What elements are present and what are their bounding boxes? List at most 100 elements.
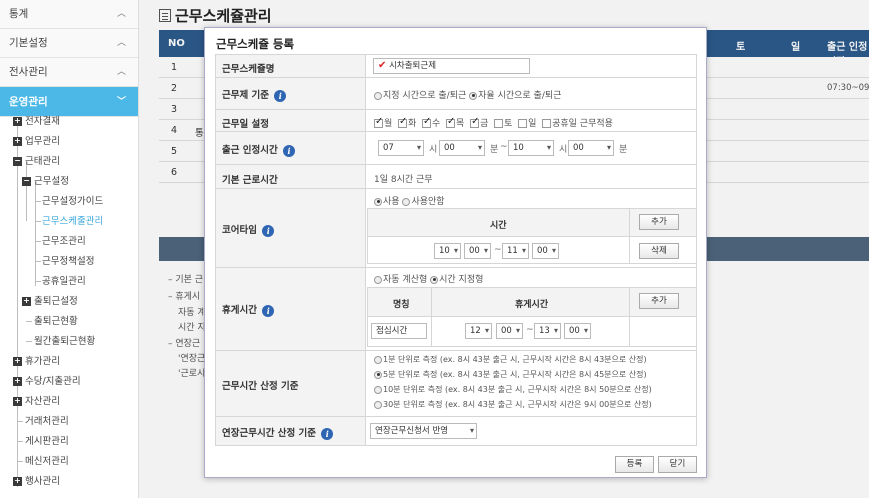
core-use-radio[interactable]: 사용 <box>374 197 400 207</box>
calc-5min-radio[interactable]: 5분 단위로 측정 (ex. 8시 43분 출근 시, 근무시작 시간은 8시 … <box>374 369 647 380</box>
criteria-radio-group: 지정 시간으로 출/퇴근 자율 시간으로 출/퇴근 <box>374 88 561 101</box>
sidebar-item-stats[interactable]: 통계 ︿ <box>0 0 138 29</box>
tree-item-label: 전자결재 <box>25 116 60 127</box>
row-break-time: 휴게시간 i 자동 계산형 시간 지정형 명칭 휴게시간 추가 점심시간 12 … <box>215 267 697 350</box>
tree-item-monthly-checkin[interactable]: 월간출퇴근현황 <box>34 332 95 352</box>
criteria-fixed-radio[interactable]: 지정 시간으로 출/퇴근 <box>374 91 466 101</box>
calc-30min-radio[interactable]: 30분 단위로 측정 (ex. 8시 43분 출근 시, 근무시작 시간은 9시… <box>374 399 652 410</box>
calc-10min-radio[interactable]: 10분 단위로 측정 (ex. 8시 43분 출근 시, 근무시작 시간은 8시… <box>374 384 652 395</box>
tree-item-leave[interactable]: + 휴가관리 <box>13 352 60 372</box>
schedule-name-value: 시차출퇴근제 <box>389 61 437 71</box>
break-start-minute-select[interactable]: 00 <box>496 323 523 339</box>
break-auto-radio[interactable]: 자동 계산형 <box>374 275 427 285</box>
core-delete-button[interactable]: 삭제 <box>639 243 679 259</box>
base-hours-value: 1일 8시간 근무 <box>374 175 433 185</box>
expand-icon[interactable]: + <box>13 137 22 146</box>
row-base-hours: 기본 근로시간 1일 8시간 근무 <box>215 164 697 188</box>
collapse-icon[interactable]: − <box>22 177 31 186</box>
checkin-end-hour-select[interactable]: 10 <box>508 140 554 156</box>
expand-icon[interactable]: + <box>13 377 22 386</box>
core-unused-radio[interactable]: 사용안함 <box>402 197 445 207</box>
tree-item-work-schedule[interactable]: 근무스케줄관리 <box>42 212 103 232</box>
break-add-button[interactable]: 추가 <box>639 293 679 309</box>
row-core-time: 코어타임 i 사용 사용안함 시간 추가 10 00 ~ 11 00 삭제 <box>215 188 697 267</box>
collapse-icon[interactable]: − <box>13 157 22 166</box>
criteria-flexible-radio[interactable]: 자율 시간으로 출/퇴근 <box>469 91 561 101</box>
day-sat-checkbox[interactable]: 토 <box>494 119 512 129</box>
tree-item-assets[interactable]: + 자산관리 <box>13 392 60 412</box>
expand-icon[interactable]: + <box>13 357 22 366</box>
checkin-start-hour-select[interactable]: 07 <box>378 140 424 156</box>
break-end-hour-select[interactable]: 13 <box>534 323 561 339</box>
expand-icon[interactable]: + <box>22 297 31 306</box>
tree-item-work-settings[interactable]: − 근무설정 <box>22 172 69 192</box>
core-end-hour-select[interactable]: 11 <box>502 243 529 259</box>
sidebar-item-basic-settings[interactable]: 기본설정 ︿ <box>0 29 138 58</box>
sidebar-item-label: 통계 <box>9 8 29 20</box>
tree-item-shift-groups[interactable]: 근무조관리 <box>42 232 86 252</box>
tree-item-messenger[interactable]: 메신저관리 <box>25 452 69 472</box>
tree-item-attendance[interactable]: − 근태관리 <box>13 152 60 172</box>
info-icon[interactable]: i <box>283 144 296 157</box>
tree-item-work-guide[interactable]: 근무설정가이드 <box>42 192 103 212</box>
field-label: 연장근무시간 산정 기준 <box>222 428 317 439</box>
expand-icon[interactable]: + <box>13 117 22 126</box>
info-icon[interactable]: i <box>274 89 287 102</box>
checkin-end-minute-select[interactable]: 00 <box>568 140 614 156</box>
day-tue-checkbox[interactable]: 화 <box>398 116 416 129</box>
schedule-register-dialog: 근무스케쥴 등록 근무스케쥴명 ✔ 시차출퇴근제 근무제 기준 i 지정 시간으… <box>204 27 707 478</box>
tree-item-work-policy[interactable]: 근무정책설정 <box>42 252 94 272</box>
break-name-input[interactable]: 점심시간 <box>371 323 427 339</box>
overtime-criteria-select[interactable]: 연장근무신청서 반영 <box>370 423 477 439</box>
expand-icon[interactable]: + <box>13 397 22 406</box>
core-end-minute-select[interactable]: 00 <box>532 243 559 259</box>
tree-item-work[interactable]: + 업무관리 <box>13 132 60 152</box>
dialog-title: 근무스케쥴 등록 <box>216 37 295 51</box>
day-wed-checkbox[interactable]: 수 <box>422 116 440 129</box>
holiday-work-checkbox[interactable]: 공휴일 근무적용 <box>542 119 613 129</box>
tree-item-label: 메신저관리 <box>25 456 69 467</box>
day-mon-checkbox[interactable]: 월 <box>374 116 392 129</box>
sidebar-item-label: 운영관리 <box>9 96 48 108</box>
core-add-button[interactable]: 추가 <box>639 214 679 230</box>
tree-item-label: 근무정책설정 <box>42 256 95 267</box>
expand-icon[interactable]: + <box>13 477 22 486</box>
tree-item-holidays[interactable]: 공휴일관리 <box>42 272 86 292</box>
register-button[interactable]: 등록 <box>615 456 654 473</box>
tree-item-clients[interactable]: 거래처관리 <box>25 412 69 432</box>
schedule-name-input[interactable]: ✔ 시차출퇴근제 <box>373 58 530 74</box>
day-sun-checkbox[interactable]: 일 <box>518 119 536 129</box>
close-button[interactable]: 닫기 <box>658 456 697 473</box>
break-time-table: 명칭 휴게시간 추가 점심시간 12 00 ~ 13 00 <box>367 287 697 347</box>
tree-item-label: 거래처관리 <box>25 416 69 427</box>
break-start-hour-select[interactable]: 12 <box>465 323 492 339</box>
row-schedule-name: 근무스케쥴명 ✔ 시차출퇴근제 <box>215 54 697 77</box>
tree-item-events[interactable]: + 행사관리 <box>13 472 60 492</box>
tree-item-board[interactable]: 게시판관리 <box>25 432 69 452</box>
tree-item-approval[interactable]: + 전자결재 <box>13 112 60 132</box>
tree-item-allowance[interactable]: + 수당/지출관리 <box>13 372 81 392</box>
day-fri-checkbox[interactable]: 금 <box>470 116 488 129</box>
row-workdays: 근무일 설정 월 화 수 목 금 토 일 공휴일 근무적용 <box>215 109 697 131</box>
break-fixed-radio[interactable]: 시간 지정형 <box>430 275 483 285</box>
field-label: 기본 근로시간 <box>222 175 278 186</box>
tree-item-checkin-settings[interactable]: + 출퇴근설정 <box>22 292 78 312</box>
core-start-hour-select[interactable]: 10 <box>434 243 461 259</box>
info-icon[interactable]: i <box>321 427 334 440</box>
tree-item-label: 월간출퇴근현황 <box>34 336 96 347</box>
calc-1min-radio[interactable]: 1분 단위로 측정 (ex. 8시 43분 출근 시, 근무시작 시간은 8시 … <box>374 354 647 365</box>
sidebar-item-company-management[interactable]: 전사관리 ︿ <box>0 58 138 87</box>
hour-unit: 시 <box>559 145 568 155</box>
field-label: 근무일 설정 <box>222 119 270 130</box>
tree-item-label: 공휴일관리 <box>42 276 86 287</box>
core-start-minute-select[interactable]: 00 <box>464 243 491 259</box>
info-icon[interactable]: i <box>262 224 275 237</box>
tree-item-checkin-status[interactable]: 출퇴근현황 <box>34 312 78 332</box>
day-thu-checkbox[interactable]: 목 <box>446 116 464 129</box>
tree-item-label: 출퇴근설정 <box>34 296 78 307</box>
break-end-minute-select[interactable]: 00 <box>564 323 591 339</box>
info-icon[interactable]: i <box>262 304 275 317</box>
checkin-start-minute-select[interactable]: 00 <box>439 140 485 156</box>
chevron-up-icon: ︿ <box>116 38 126 48</box>
minute-unit: 분 <box>490 145 499 155</box>
